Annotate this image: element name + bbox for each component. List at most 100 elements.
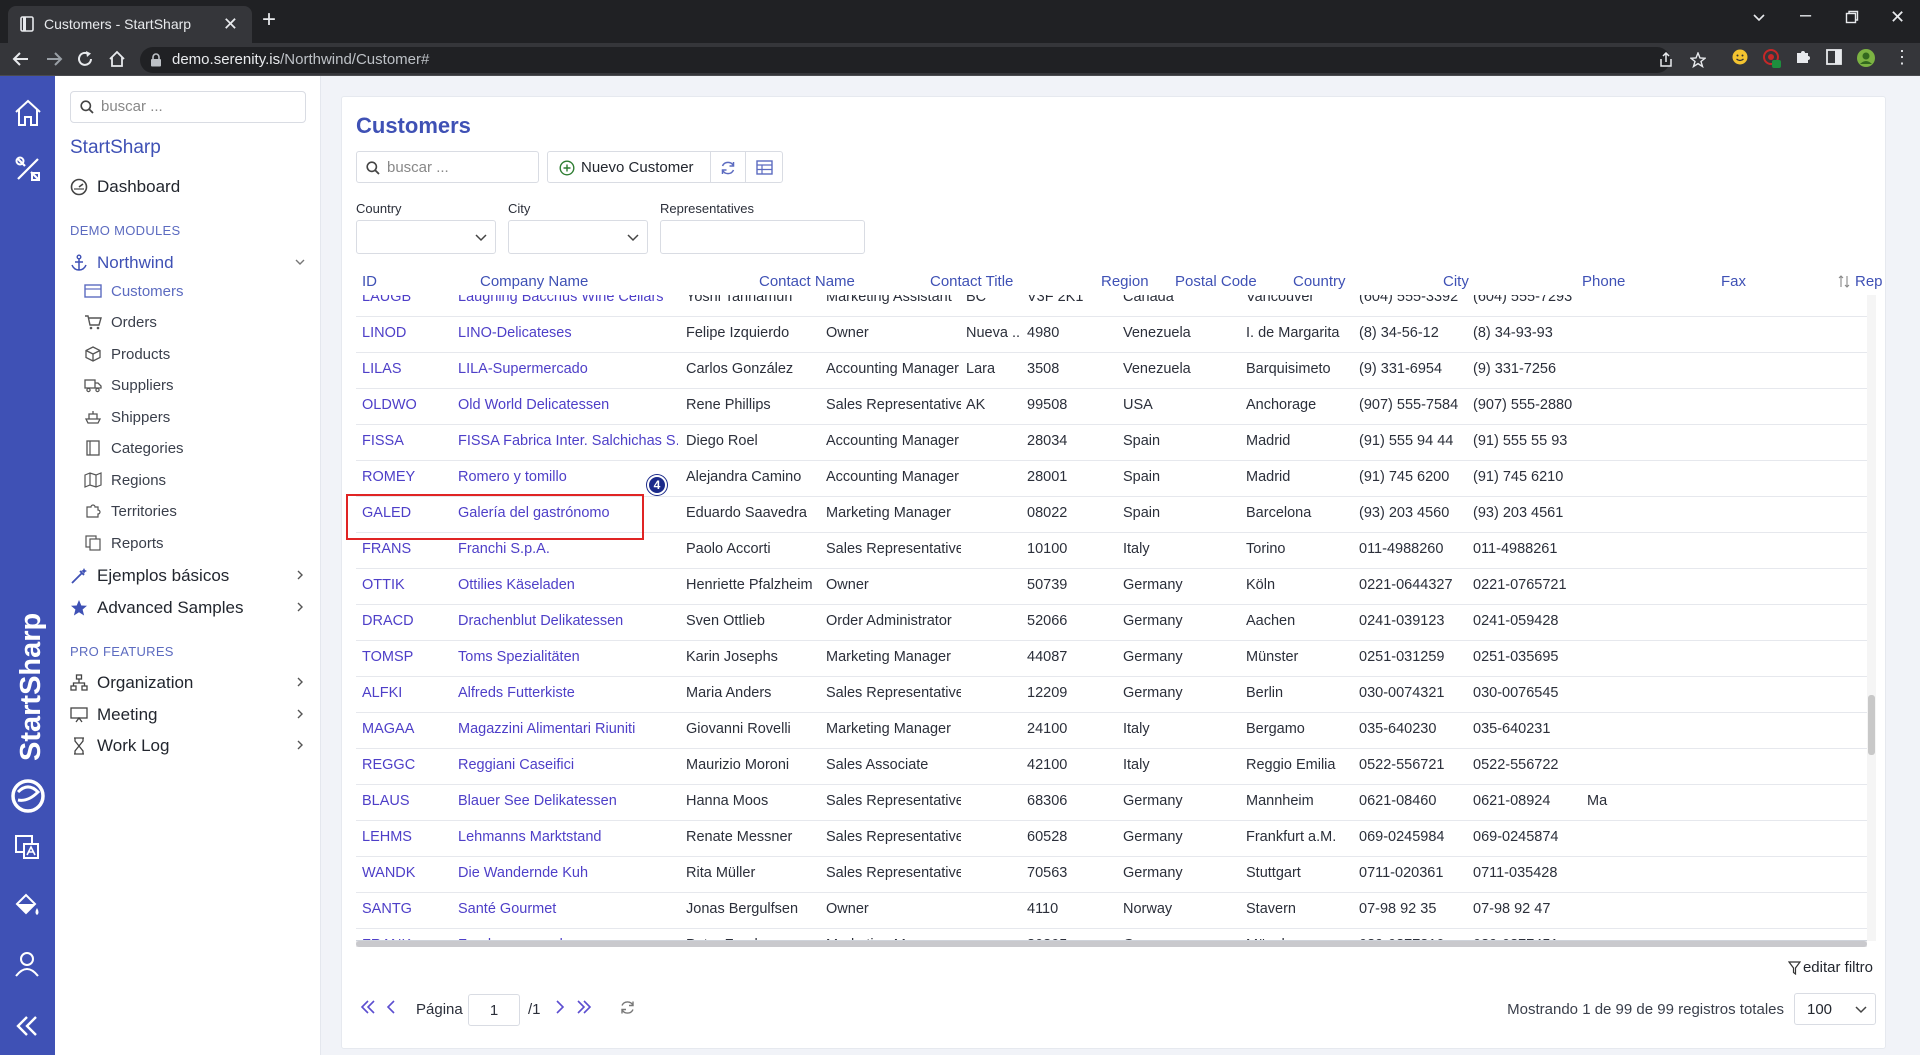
cell-id[interactable]: LEHMS — [362, 829, 452, 845]
table-row[interactable]: MAGAA Magazzini Alimentari Riuniti Giovann… — [356, 713, 1867, 749]
table-row[interactable]: LEHMS Lehmanns Marktstand Renate Messner Sa… — [356, 821, 1867, 857]
theme-paint-icon[interactable] — [13, 891, 41, 919]
last-page-icon[interactable] — [576, 999, 592, 1015]
column-header-contact-name[interactable]: Contact Name — [759, 273, 855, 290]
extension-record-icon[interactable] — [1762, 48, 1782, 68]
cell-id[interactable]: TOMSP — [362, 649, 452, 665]
cell-company[interactable]: Santé Gourmet — [458, 901, 678, 917]
quick-search[interactable] — [356, 151, 539, 183]
restore-icon[interactable] — [1845, 10, 1859, 24]
bookmark-star-icon[interactable] — [1690, 52, 1706, 68]
edit-filter-link[interactable]: editar filtro — [1787, 959, 1873, 976]
column-header-id[interactable]: ID — [362, 273, 377, 290]
cell-company[interactable]: Old World Delicatessen — [458, 397, 678, 413]
grid-vertical-scrollbar[interactable] — [1867, 295, 1876, 941]
cell-id[interactable]: WANDK — [362, 865, 452, 881]
sidebar-item-ejemplos[interactable]: Ejemplos básicos — [70, 564, 310, 588]
home-icon[interactable] — [108, 50, 126, 68]
table-row[interactable]: LILAS LILA-Supermercado Carlos González Acc… — [356, 353, 1867, 389]
cell-company[interactable]: Alfreds Futterkiste — [458, 685, 678, 701]
page-size-select[interactable]: 100 — [1794, 993, 1876, 1025]
table-row[interactable]: LINOD LINO-Delicateses Felipe Izquierdo Own… — [356, 317, 1867, 353]
sidebar-item-orders[interactable]: Orders — [84, 312, 304, 334]
reload-page-icon[interactable] — [619, 999, 636, 1016]
back-icon[interactable] — [12, 50, 30, 68]
cell-id[interactable]: LILAS — [362, 361, 452, 377]
cell-id[interactable]: FISSA — [362, 433, 452, 449]
column-picker-button[interactable] — [745, 151, 783, 183]
tools-nav-icon[interactable] — [13, 154, 43, 184]
cell-id[interactable]: BLAUS — [362, 793, 452, 809]
sidebar-item-products[interactable]: Products — [84, 344, 304, 366]
cell-id[interactable]: ALFKI — [362, 685, 452, 701]
forward-icon[interactable] — [45, 50, 63, 68]
column-header-city[interactable]: City — [1443, 273, 1469, 290]
share-icon[interactable] — [1658, 52, 1674, 68]
extension-emoji-icon[interactable] — [1731, 48, 1749, 66]
sidebar-item-organization[interactable]: Organization — [70, 671, 310, 695]
column-header-company-name[interactable]: Company Name — [480, 273, 588, 290]
table-row[interactable]: ALFKI Alfreds Futterkiste Maria Anders Sale… — [356, 677, 1867, 713]
refresh-button[interactable] — [710, 151, 746, 183]
column-header-country[interactable]: Country — [1293, 273, 1346, 290]
scrollbar-thumb[interactable] — [1868, 695, 1875, 755]
sidebar-item-regions[interactable]: Regions — [84, 470, 304, 492]
minimize-icon[interactable]: – — [1800, 4, 1811, 27]
translate-nav-icon[interactable] — [13, 833, 41, 861]
new-tab-icon[interactable]: + — [262, 8, 276, 32]
table-row[interactable]: ROMEY Romero y tomillo Alejandra Camino Acc… — [356, 461, 1867, 497]
table-row[interactable]: WANDK Die Wandernde Kuh Rita Müller Sales R… — [356, 857, 1867, 893]
home-nav-icon[interactable] — [13, 98, 43, 128]
city-filter-select[interactable] — [508, 220, 648, 254]
next-page-icon[interactable] — [554, 999, 566, 1015]
sidebar-item-shippers[interactable]: Shippers — [84, 407, 304, 429]
previous-page-icon[interactable] — [386, 999, 398, 1015]
column-header-region[interactable]: Region — [1101, 273, 1149, 290]
table-row[interactable]: OTTIK Ottilies Käseladen Henriette Pfalzhe… — [356, 569, 1867, 605]
cell-company[interactable]: Romero y tomillo — [458, 469, 678, 485]
representatives-filter-input[interactable] — [660, 220, 865, 254]
column-header-rep[interactable]: Rep — [1855, 273, 1883, 290]
cell-company[interactable]: Toms Spezialitäten — [458, 649, 678, 665]
cell-id[interactable]: OTTIK — [362, 577, 452, 593]
cell-company[interactable]: Drachenblut Delikatessen — [458, 613, 678, 629]
country-filter-select[interactable] — [356, 220, 496, 254]
cell-company[interactable]: LILA-Supermercado — [458, 361, 678, 377]
column-header-phone[interactable]: Phone — [1582, 273, 1625, 290]
quick-search-input[interactable] — [387, 159, 532, 176]
cell-id[interactable]: REGGC — [362, 757, 452, 773]
sidebar-item-reports[interactable]: Reports — [84, 533, 304, 555]
reload-icon[interactable] — [76, 50, 94, 68]
close-tab-icon[interactable]: ✕ — [223, 14, 238, 35]
new-customer-button[interactable]: Nuevo Customer — [547, 151, 711, 183]
sidebar-item-meeting[interactable]: Meeting — [70, 703, 310, 727]
browser-tab[interactable]: Customers - StartSharp ✕ — [8, 6, 252, 43]
sidebar-item-territories[interactable]: Territories — [84, 501, 304, 523]
cell-id[interactable]: SANTG — [362, 901, 452, 917]
cell-company[interactable]: Lehmanns Marktstand — [458, 829, 678, 845]
sort-icon[interactable] — [1838, 275, 1850, 288]
sidebar-item-worklog[interactable]: Work Log — [70, 734, 310, 758]
first-page-icon[interactable] — [360, 999, 376, 1015]
sidebar-item-northwind[interactable]: Northwind — [70, 251, 310, 275]
cell-company[interactable]: Blauer See Delikatessen — [458, 793, 678, 809]
table-row[interactable]: TOMSP Toms Spezialitäten Karin Josephs Mark… — [356, 641, 1867, 677]
user-profile-icon[interactable] — [13, 950, 41, 978]
cell-id[interactable]: FRANS — [362, 541, 452, 557]
cell-id[interactable]: LAUGB — [362, 295, 452, 305]
cell-id[interactable]: MAGAA — [362, 721, 452, 737]
table-row-partial[interactable]: FRANKFrankenversandPeter FrankenMarketin… — [356, 929, 1867, 940]
table-row[interactable]: REGGC Reggiani Caseifici Maurizio Moroni Sa… — [356, 749, 1867, 785]
cell-company[interactable]: Franchi S.p.A. — [458, 541, 678, 557]
sidebar-item-categories[interactable]: Categories — [84, 438, 304, 460]
grid-horizontal-scrollbar[interactable] — [356, 941, 1867, 947]
extensions-puzzle-icon[interactable] — [1794, 48, 1812, 66]
side-panel-icon[interactable] — [1825, 48, 1843, 66]
cell-company[interactable]: Reggiani Caseifici — [458, 757, 678, 773]
browser-menu-icon[interactable]: ⋮ — [1893, 47, 1911, 68]
sidebar-item-customers[interactable]: Customers — [84, 281, 304, 303]
cell-company[interactable]: Ottilies Käseladen — [458, 577, 678, 593]
close-window-icon[interactable]: ✕ — [1890, 7, 1905, 28]
table-row-partial[interactable]: LAUGB Laughing Bacchus Wine Cellars Yoshi … — [356, 295, 1867, 317]
cell-company[interactable]: FISSA Fabrica Inter. Salchichas S.A. — [458, 433, 678, 449]
